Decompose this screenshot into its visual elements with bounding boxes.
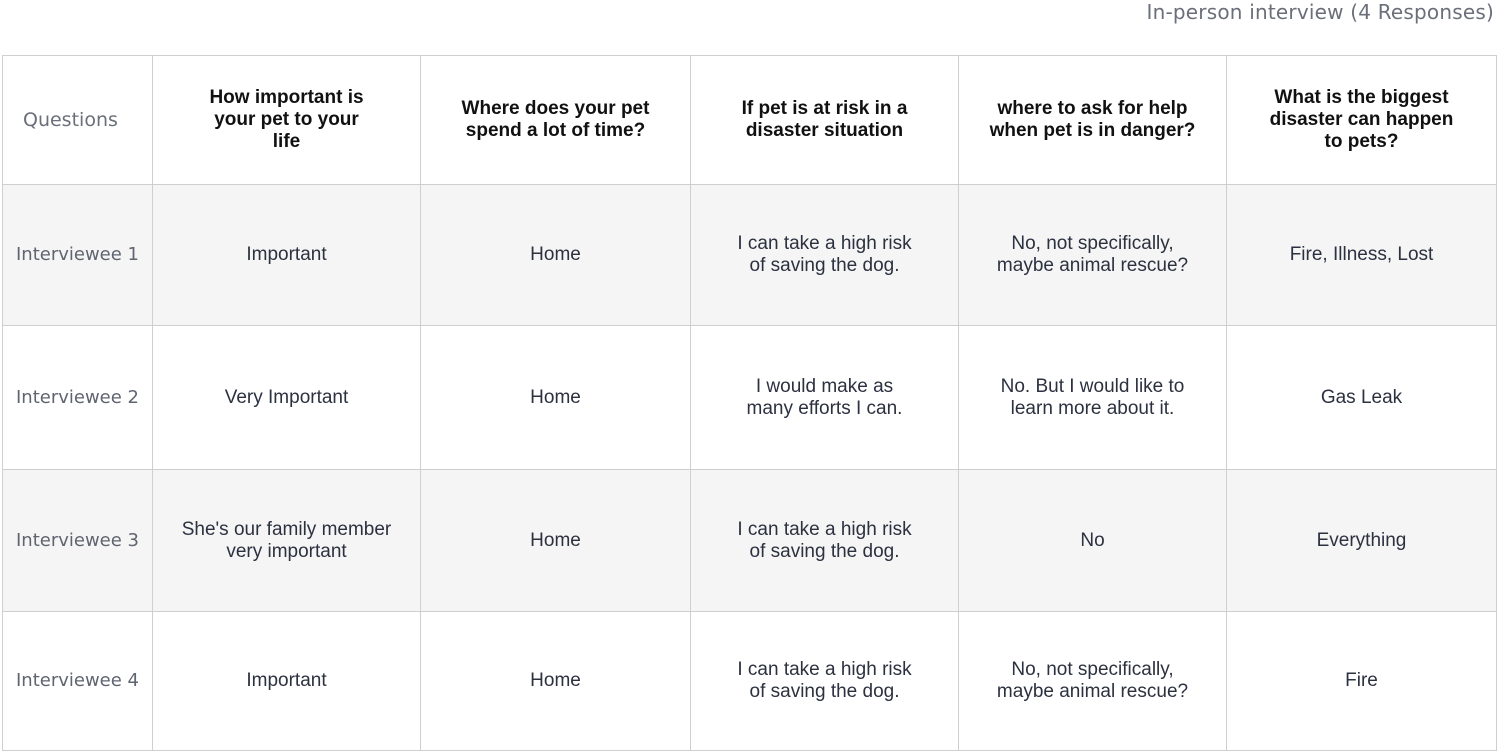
question-header: What is the biggest disaster can happen … <box>1226 55 1497 185</box>
answer-cell: Very Important <box>152 325 421 470</box>
answer-cell: Home <box>420 184 691 326</box>
answer-cell: Home <box>420 469 691 612</box>
answer-cell: Important <box>152 611 421 751</box>
answer-cell: No. But I would like to learn more about… <box>958 325 1227 470</box>
table-row: Interviewee 2 Very Important Home I woul… <box>2 325 1497 470</box>
answer-cell: No, not specifically, maybe animal rescu… <box>958 611 1227 751</box>
row-label: Interviewee 1 <box>2 184 153 326</box>
answer-cell: Fire <box>1226 611 1497 751</box>
answer-cell: I can take a high risk of saving the dog… <box>690 184 959 326</box>
answer-cell: Gas Leak <box>1226 325 1497 470</box>
answer-cell: No, not specifically, maybe animal rescu… <box>958 184 1227 326</box>
row-label: Interviewee 3 <box>2 469 153 612</box>
question-header: How important is your pet to your life <box>152 55 421 185</box>
answer-cell: Important <box>152 184 421 326</box>
row-label: Interviewee 2 <box>2 325 153 470</box>
table-row: Interviewee 3 She's our family member ve… <box>2 469 1497 612</box>
question-header: where to ask for help when pet is in dan… <box>958 55 1227 185</box>
table-row: Interviewee 4 Important Home I can take … <box>2 611 1497 751</box>
page-title: In-person interview (4 Responses) <box>1146 0 1494 24</box>
answer-cell: Home <box>420 611 691 751</box>
answer-cell: Everything <box>1226 469 1497 612</box>
answer-cell: She's our family member very important <box>152 469 421 612</box>
answer-cell: I can take a high risk of saving the dog… <box>690 611 959 751</box>
header-row: Questions How important is your pet to y… <box>2 55 1497 185</box>
question-header: If pet is at risk in a disaster situatio… <box>690 55 959 185</box>
answer-cell: I can take a high risk of saving the dog… <box>690 469 959 612</box>
interview-table: Questions How important is your pet to y… <box>2 55 1497 751</box>
table-row: Interviewee 1 Important Home I can take … <box>2 184 1497 326</box>
row-label: Interviewee 4 <box>2 611 153 751</box>
questions-header: Questions <box>2 55 153 185</box>
question-header: Where does your pet spend a lot of time? <box>420 55 691 185</box>
answer-cell: Home <box>420 325 691 470</box>
answer-cell: No <box>958 469 1227 612</box>
answer-cell: I would make as many efforts I can. <box>690 325 959 470</box>
answer-cell: Fire, Illness, Lost <box>1226 184 1497 326</box>
